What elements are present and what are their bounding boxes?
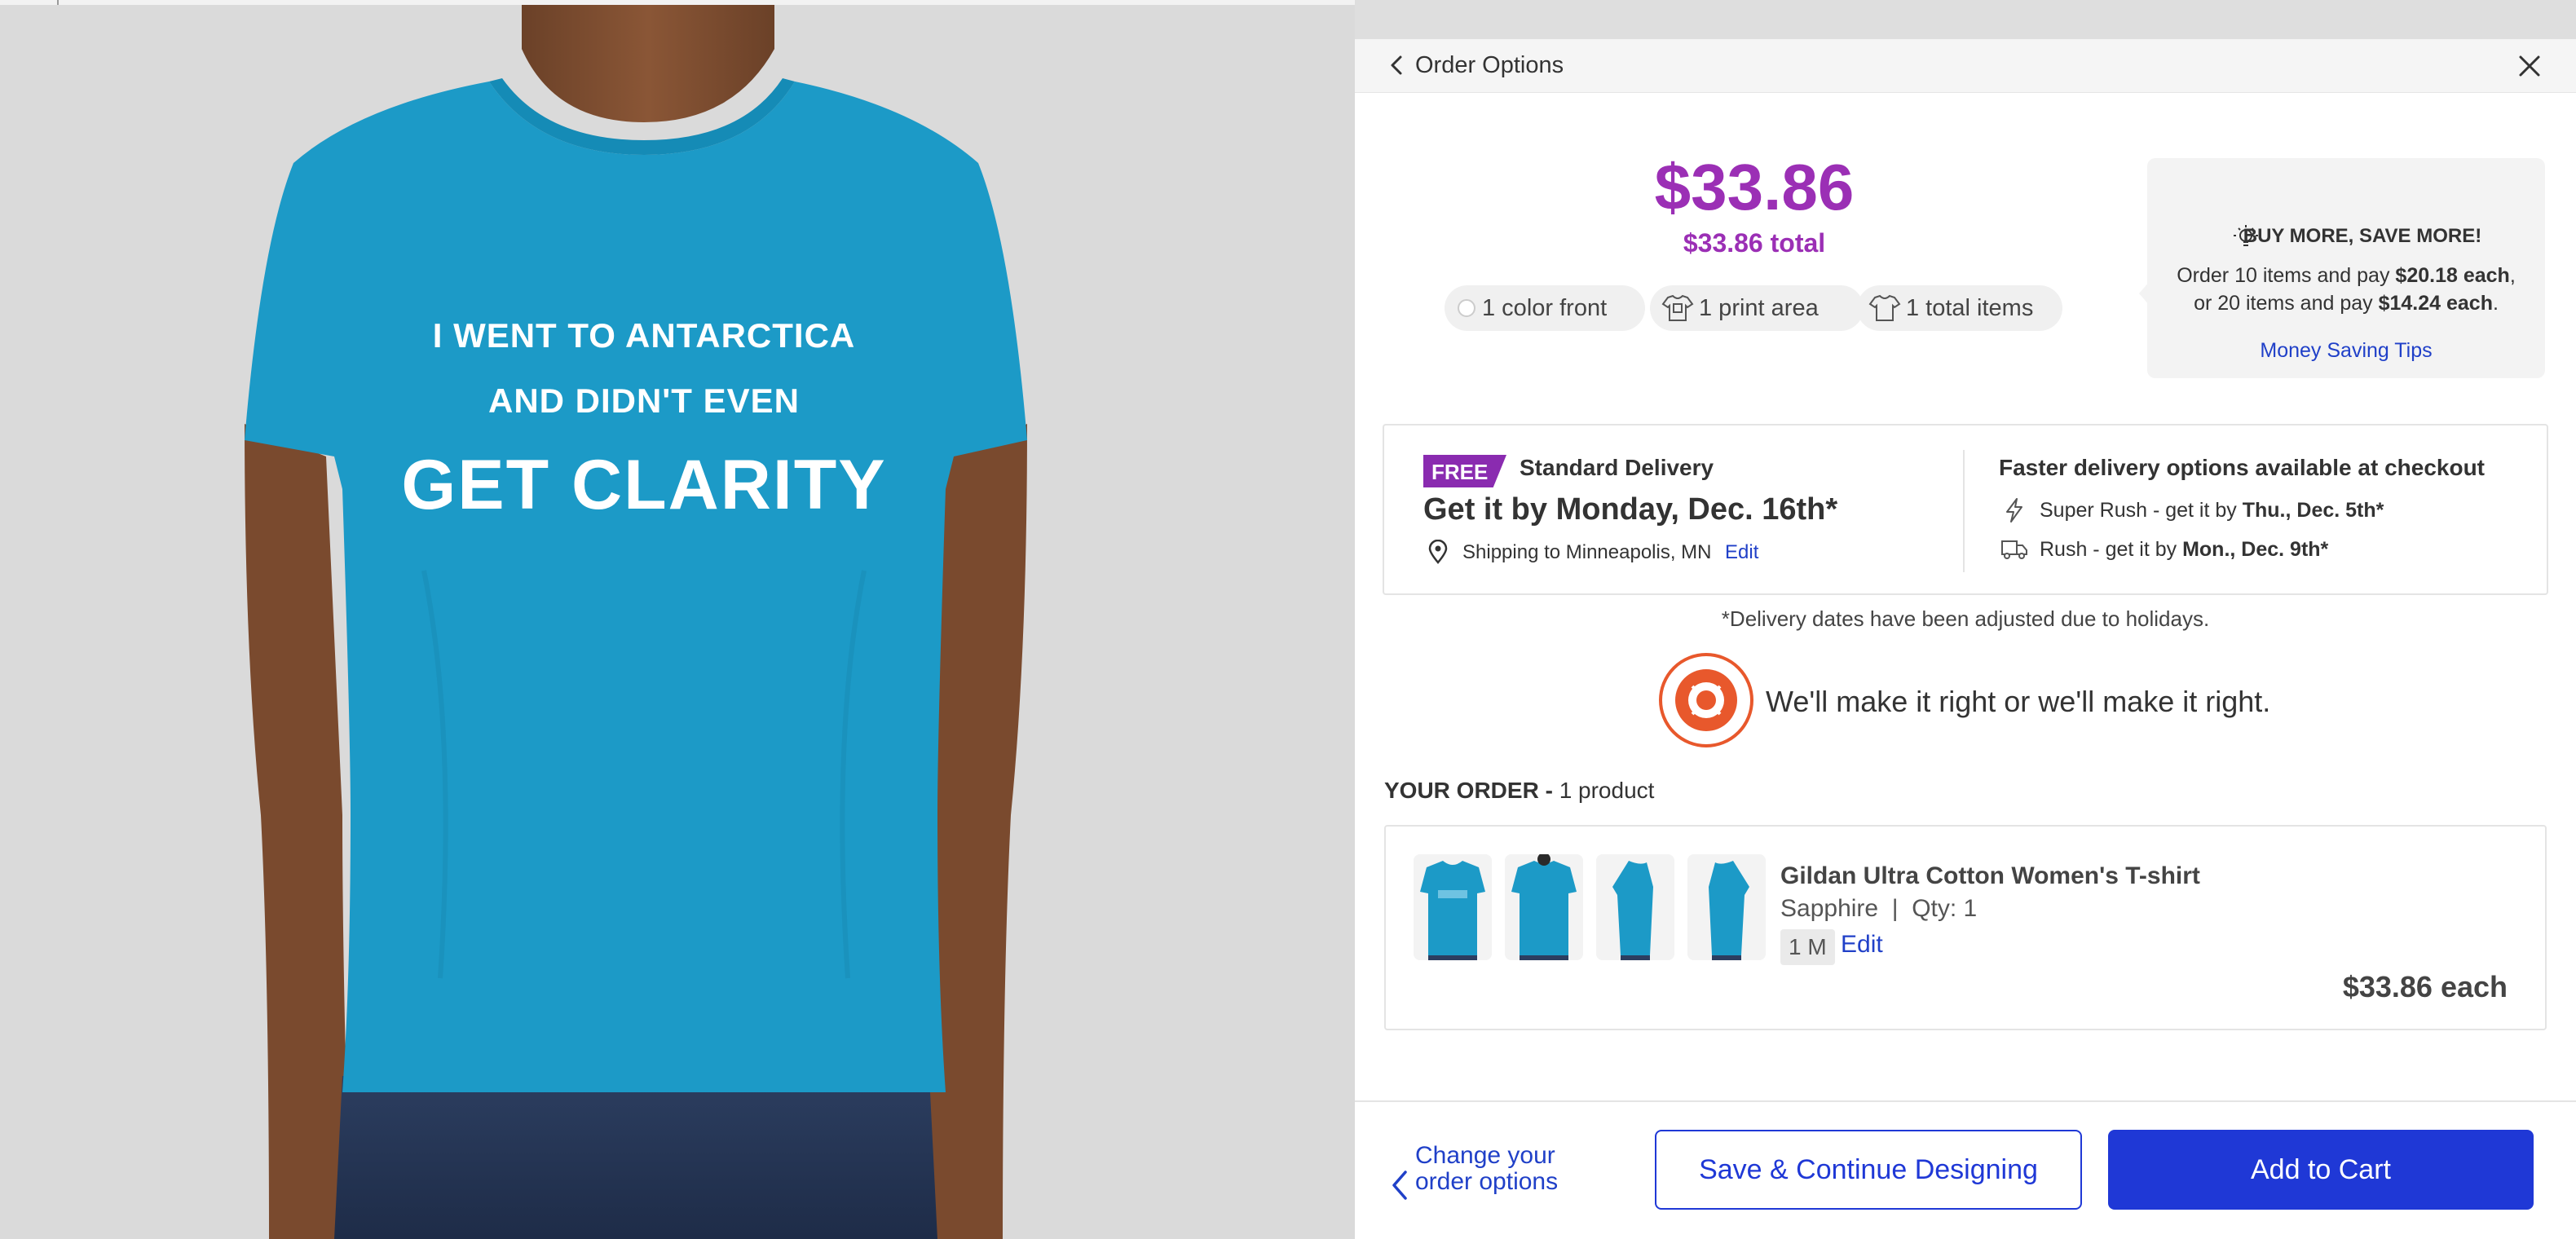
order-options-panel: Order Options $33.86 $33.86 total 1 colo…: [1355, 39, 2576, 1239]
delivery-date: Get it by Monday, Dec. 16th*: [1423, 492, 1838, 527]
faster-delivery-title: Faster delivery options available at che…: [1999, 455, 2485, 480]
standard-delivery-label: Standard Delivery: [1520, 455, 1714, 480]
total-items-label: 1 total items: [1906, 294, 2034, 321]
save-continue-designing-button[interactable]: Save & Continue Designing: [1655, 1130, 2082, 1210]
tshirt-front-icon: [1414, 854, 1492, 960]
bulk-discount-promo: BUY MORE, SAVE MORE! Order 10 items and …: [2147, 158, 2545, 378]
product-thumbnail-front[interactable]: [1414, 854, 1492, 960]
your-order-heading: YOUR ORDER - 1 product: [1384, 778, 1655, 803]
product-thumbnail-right[interactable]: [1687, 854, 1766, 960]
product-card: Gildan Ultra Cotton Women's T-shirt Sapp…: [1384, 825, 2547, 1030]
print-area-icon: [1661, 294, 1694, 321]
guarantee-text: We'll make it right or we'll make it rig…: [1766, 685, 2271, 718]
tshirt-side-right-icon: [1687, 854, 1766, 960]
panel-footer: Change your order options Save & Continu…: [1355, 1100, 2576, 1239]
price-total: $33.86 total: [1683, 228, 1826, 258]
lightning-bolt-icon: [2006, 498, 2022, 522]
product-thumbnail-back[interactable]: [1505, 854, 1583, 960]
promo-title: BUY MORE, SAVE MORE!: [2243, 225, 2482, 247]
color-count-pill: 1 color front: [1445, 285, 1645, 331]
shirt-print-line-3: GET CLARITY: [401, 446, 887, 524]
product-name: Gildan Ultra Cotton Women's T-shirt: [1780, 862, 2200, 889]
rush-option: Rush - get it by Mon., Dec. 9th*: [2040, 538, 2329, 561]
shipping-location: Shipping to Minneapolis, MN: [1462, 541, 1712, 563]
color-count-label: 1 color front: [1482, 294, 1608, 321]
product-preview: I WENT TO ANTARCTICA AND DIDN'T EVEN GET…: [0, 0, 1355, 1239]
shirt-body: [245, 82, 1027, 1092]
free-badge: FREE: [1423, 455, 1506, 487]
super-rush-option: Super Rush - get it by Thu., Dec. 5th*: [2040, 499, 2384, 522]
product-thumbnail-left[interactable]: [1596, 854, 1674, 960]
promo-line-2: or 20 items and pay $14.24 each.: [2194, 292, 2499, 315]
shipping-edit-link[interactable]: Edit: [1725, 541, 1758, 564]
product-price-each: $33.86 each: [2342, 970, 2508, 1003]
close-icon[interactable]: [2514, 51, 2545, 82]
truck-icon: [2001, 540, 2027, 559]
satisfaction-guarantee-badge-icon: [1659, 653, 1753, 747]
unit-price: $33.86: [1654, 151, 1855, 223]
print-area-pill: 1 print area: [1650, 285, 1864, 331]
size-tag: 1 M: [1780, 929, 1835, 965]
shirt-print-line-1: I WENT TO ANTARCTICA: [432, 316, 856, 355]
money-saving-tips-link[interactable]: Money Saving Tips: [2147, 339, 2545, 363]
tshirt-icon: [1868, 294, 1901, 321]
shirt-print-line-2: AND DIDN'T EVEN: [487, 381, 800, 420]
top-divider: [0, 0, 1355, 5]
product-edit-link[interactable]: Edit: [1841, 931, 1883, 959]
change-order-options-link[interactable]: Change your order options: [1415, 1143, 1558, 1195]
add-to-cart-button[interactable]: Add to Cart: [2108, 1130, 2534, 1210]
color-circle-icon: [1458, 299, 1475, 317]
location-pin-icon: [1428, 540, 1448, 564]
panel-title: Order Options: [1415, 52, 1564, 78]
holiday-note: *Delivery dates have been adjusted due t…: [1721, 606, 2210, 631]
print-area-label: 1 print area: [1699, 294, 1819, 321]
delivery-divider: [1963, 450, 1965, 572]
chevron-left-icon[interactable]: [1389, 1167, 1410, 1203]
product-color-qty: Sapphire | Qty: 1: [1780, 895, 1978, 922]
tshirt-back-icon: [1505, 854, 1583, 960]
delivery-box: FREE Standard Delivery Get it by Monday,…: [1383, 424, 2548, 595]
tshirt-side-left-icon: [1596, 854, 1674, 960]
panel-header: Order Options: [1355, 39, 2576, 93]
total-items-pill: 1 total items: [1857, 285, 2062, 331]
tshirt-image: [245, 0, 1027, 1239]
promo-line-1: Order 10 items and pay $20.18 each,: [2177, 264, 2516, 287]
chevron-left-icon[interactable]: [1384, 52, 1410, 78]
